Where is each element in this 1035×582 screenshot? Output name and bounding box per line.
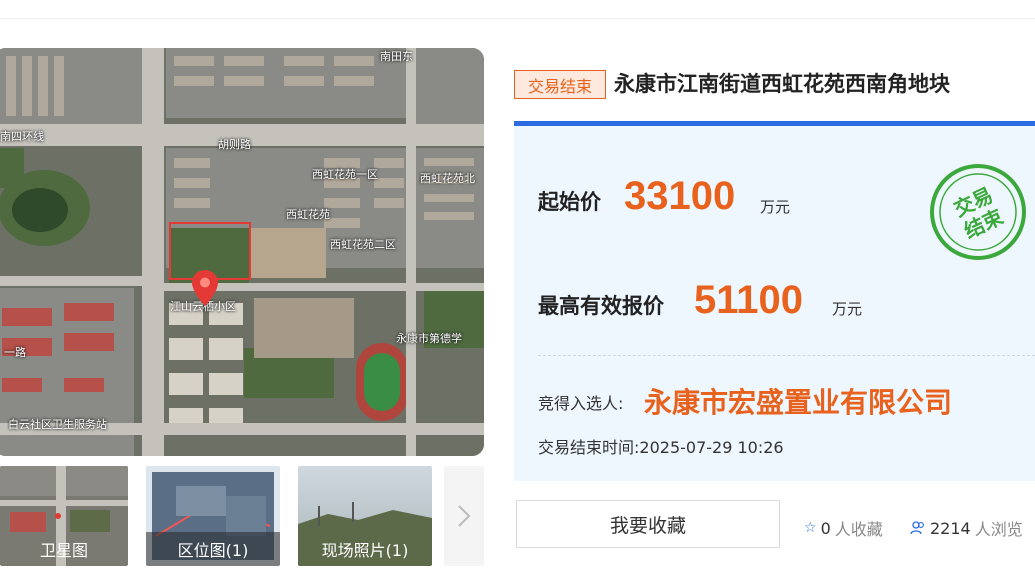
- map-label-clinic: 白云社区卫生服务站: [8, 418, 107, 431]
- end-time-value: 2025-07-29 10:26: [639, 438, 784, 457]
- map-pin-icon[interactable]: [192, 270, 218, 306]
- max-bid-value: 51100: [694, 278, 804, 322]
- thumb-satellite[interactable]: 卫星图: [0, 466, 128, 566]
- map-label-community: 西虹花苑一区: [312, 168, 378, 181]
- chevron-right-icon: [458, 505, 471, 527]
- max-bid-unit: 万元: [832, 300, 863, 318]
- views-count: 2214 人浏览: [910, 516, 1023, 540]
- map-label-poi: 南田东: [380, 50, 413, 63]
- users-icon: [910, 521, 924, 535]
- page-title: 永康市江南街道西虹花苑西南角地块: [614, 72, 950, 96]
- map-label-road: 胡则路: [218, 138, 251, 151]
- map-label-road: 南四环线: [0, 130, 44, 143]
- satellite-imagery: [0, 48, 484, 456]
- views-suffix: 人浏览: [974, 520, 1023, 539]
- thumb-caption: 卫星图: [39, 541, 88, 560]
- end-time-label: 交易结束时间:: [538, 438, 640, 457]
- status-badge: 交易结束: [514, 70, 606, 99]
- favorite-button[interactable]: 我要收藏: [516, 500, 780, 548]
- thumb-photo[interactable]: 现场照片(1): [298, 466, 432, 566]
- winner-name: 永康市宏盛置业有限公司: [644, 386, 953, 419]
- map-label-school: 永康市第德学: [396, 332, 462, 345]
- start-price-unit: 万元: [760, 198, 791, 216]
- star-icon: ☆: [804, 520, 817, 536]
- winner-label: 竞得入选人:: [538, 394, 624, 413]
- favorites-number: 0: [820, 518, 831, 538]
- views-number: 2214: [930, 518, 971, 538]
- satellite-map[interactable]: 南四环线 胡则路 西虹花苑一区 西虹花苑 西虹花苑二区 西虹花苑北 江山云栖小区…: [0, 48, 484, 456]
- thumb-location[interactable]: 区位图(1): [146, 466, 280, 566]
- map-label-community: 西虹花苑北: [420, 172, 475, 185]
- favorites-suffix: 人收藏: [834, 520, 883, 539]
- divider: [538, 355, 1035, 356]
- start-price-label: 起始价: [538, 190, 601, 214]
- top-divider: [0, 18, 1035, 19]
- end-time: 交易结束时间:2025-07-29 10:26: [538, 434, 784, 458]
- map-label-community: 西虹花苑二区: [330, 238, 396, 251]
- deal-closed-stamp-icon: 交易 结束: [930, 164, 1026, 260]
- thumb-caption: 现场照片(1): [321, 541, 409, 560]
- thumb-caption: 区位图(1): [146, 532, 280, 566]
- max-bid-label: 最高有效报价: [538, 294, 664, 318]
- start-price-value: 33100: [624, 174, 736, 218]
- favorites-count: ☆ 0 人收藏: [804, 516, 883, 540]
- thumb-next-button[interactable]: [444, 466, 484, 566]
- map-label-road: 一路: [4, 346, 26, 359]
- map-label-community: 西虹花苑: [286, 208, 330, 221]
